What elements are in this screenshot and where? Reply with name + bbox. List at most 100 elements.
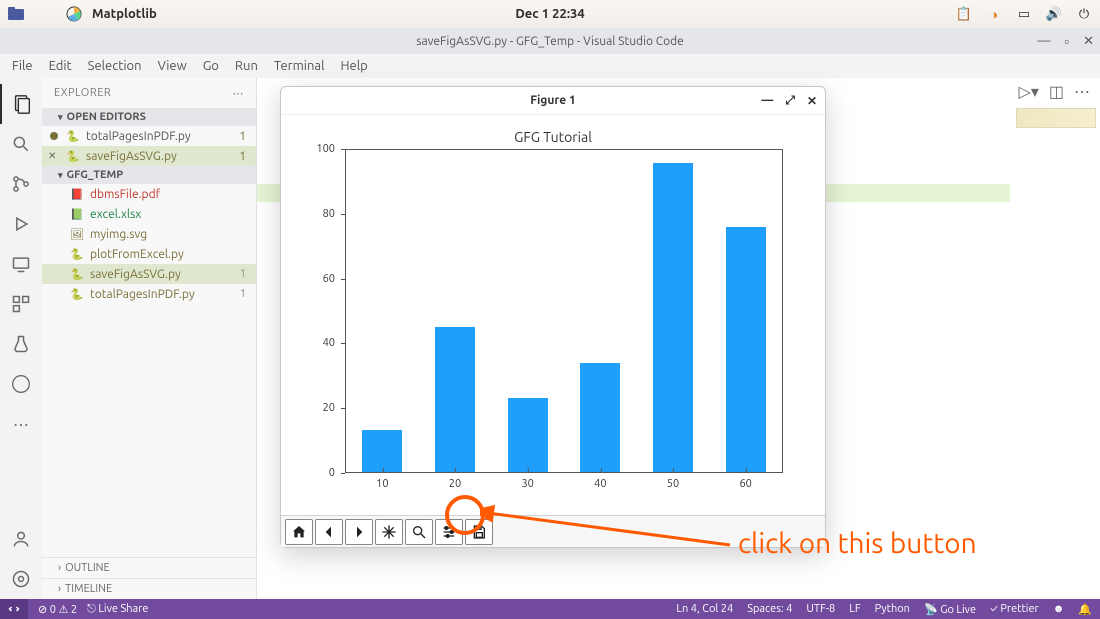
activity-testing-icon[interactable]: [0, 324, 42, 364]
y-tick-label: 100: [281, 143, 341, 155]
activity-extensions-icon[interactable]: [0, 284, 42, 324]
open-editors-section[interactable]: OPEN EDITORS: [42, 108, 256, 126]
file-name: dbmsFile.pdf: [90, 188, 160, 201]
toolbar-zoom-button[interactable]: [405, 519, 433, 545]
figure-close-icon[interactable]: ✕: [807, 94, 817, 108]
activity-more-icon[interactable]: ⋯: [0, 404, 42, 444]
status-cursor[interactable]: Ln 4, Col 24: [676, 603, 733, 615]
modified-badge: 1: [239, 150, 246, 163]
menu-help[interactable]: Help: [334, 57, 373, 75]
status-liveshare[interactable]: ⎋ Live Share: [87, 603, 148, 616]
python-file-icon: 🐍: [66, 149, 80, 163]
matplotlib-icon: [66, 6, 82, 22]
x-tick-label: 50: [667, 472, 679, 490]
os-clock: Dec 1 22:34: [515, 7, 584, 21]
editor-more-icon[interactable]: ⋯: [1074, 82, 1090, 101]
bar: [362, 430, 402, 472]
timeline-section[interactable]: TIMELINE: [42, 578, 256, 599]
open-editor-item[interactable]: 🐍totalPagesInPDF.py1: [42, 126, 256, 146]
file-item[interactable]: 🐍totalPagesInPDF.py1: [42, 284, 256, 304]
open-editor-item[interactable]: ✕🐍saveFigAsSVG.py1: [42, 146, 256, 166]
status-problems[interactable]: ⊘ 0 ⚠ 2: [38, 603, 77, 616]
vscode-titlebar: saveFigAsSVG.py - GFG_Temp - Visual Stud…: [0, 28, 1100, 54]
toolbar-back-button[interactable]: [315, 519, 343, 545]
indicator-icon[interactable]: ◑: [986, 6, 1002, 22]
menu-terminal[interactable]: Terminal: [268, 57, 331, 75]
excel-file-icon: 📗: [70, 207, 84, 221]
file-name: saveFigAsSVG.py: [90, 268, 181, 281]
window-restore-icon[interactable]: ▫: [1064, 34, 1069, 49]
file-name: plotFromExcel.py: [90, 248, 184, 261]
chart-title: GFG Tutorial: [281, 129, 825, 145]
svg-file-icon: 🖼: [70, 227, 84, 241]
activity-search-icon[interactable]: [0, 124, 42, 164]
menu-selection[interactable]: Selection: [82, 57, 148, 75]
y-tick-label: 40: [281, 337, 341, 349]
activity-account-icon[interactable]: [0, 519, 42, 559]
menu-run[interactable]: Run: [229, 57, 264, 75]
remote-indicator[interactable]: [0, 599, 28, 619]
file-item[interactable]: 📕 dbmsFile.pdf: [42, 184, 256, 204]
status-golive[interactable]: 📡 Go Live: [924, 603, 976, 616]
file-name: totalPagesInPDF.py: [90, 288, 195, 301]
menu-bar: FileEditSelectionViewGoRunTerminalHelp: [0, 54, 1100, 78]
activity-scm-icon[interactable]: [0, 164, 42, 204]
status-feedback-icon[interactable]: ☻: [1053, 603, 1065, 615]
window-minimize-icon[interactable]: —: [1038, 34, 1051, 49]
folder-section[interactable]: GFG_TEMP: [42, 166, 256, 184]
figure-titlebar[interactable]: Figure 1 — ⤢ ✕: [281, 87, 825, 115]
volume-icon[interactable]: 🔊: [1046, 6, 1062, 22]
toolbar-home-button[interactable]: [285, 519, 313, 545]
status-lang[interactable]: Python: [875, 603, 910, 615]
python-file-icon: 🐍: [66, 129, 80, 143]
split-editor-icon[interactable]: ◫: [1049, 82, 1064, 101]
window-close-icon[interactable]: ✕: [1083, 34, 1094, 49]
activity-github-icon[interactable]: [0, 364, 42, 404]
file-name: myimg.svg: [90, 228, 147, 241]
close-icon[interactable]: ✕: [48, 150, 56, 162]
screen-icon[interactable]: ▭: [1016, 6, 1032, 22]
py-file-icon: 🐍: [70, 267, 84, 281]
plot-area: 102030405060: [345, 149, 783, 473]
toolbar-save-button[interactable]: [465, 519, 493, 545]
bar: [508, 398, 548, 472]
toolbar-configure-button[interactable]: [435, 519, 463, 545]
menu-file[interactable]: File: [6, 57, 39, 75]
y-tick-label: 20: [281, 402, 341, 414]
activity-debug-icon[interactable]: [0, 204, 42, 244]
window-title: saveFigAsSVG.py - GFG_Temp - Visual Stud…: [416, 35, 684, 48]
pdf-file-icon: 📕: [70, 187, 84, 201]
bar: [726, 227, 766, 472]
explorer-more-icon[interactable]: ⋯: [233, 87, 245, 100]
file-item[interactable]: 🐍saveFigAsSVG.py1: [42, 264, 256, 284]
y-tick-label: 80: [281, 208, 341, 220]
status-spaces[interactable]: Spaces: 4: [747, 603, 792, 615]
power-icon[interactable]: ⏻: [1076, 6, 1092, 22]
status-bell-icon[interactable]: 🔔: [1078, 603, 1092, 616]
figure-maximize-icon[interactable]: ⤢: [785, 94, 795, 108]
activity-remote-icon[interactable]: [0, 244, 42, 284]
activity-explorer-icon[interactable]: [0, 84, 42, 124]
menu-view[interactable]: View: [152, 57, 193, 75]
activity-bar: ⋯: [0, 78, 42, 599]
x-tick-label: 30: [521, 472, 533, 490]
run-dropdown-icon[interactable]: ▷▾: [1019, 82, 1039, 101]
file-item[interactable]: 📗excel.xlsx: [42, 204, 256, 224]
outline-section[interactable]: OUTLINE: [42, 557, 256, 578]
files-app-icon[interactable]: [8, 6, 24, 22]
menu-edit[interactable]: Edit: [43, 57, 78, 75]
minimap[interactable]: [1016, 108, 1096, 128]
figure-minimize-icon[interactable]: —: [761, 94, 773, 108]
file-item[interactable]: 🐍plotFromExcel.py: [42, 244, 256, 264]
status-encoding[interactable]: UTF-8: [806, 603, 835, 615]
toolbar-forward-button[interactable]: [345, 519, 373, 545]
status-eol[interactable]: LF: [849, 603, 860, 615]
activity-settings-icon[interactable]: [0, 559, 42, 599]
status-prettier[interactable]: ✓ Prettier: [990, 603, 1039, 615]
bar: [653, 163, 693, 472]
toolbar-pan-button[interactable]: [375, 519, 403, 545]
clipboard-icon[interactable]: 📋: [956, 6, 972, 22]
file-item[interactable]: 🖼 myimg.svg: [42, 224, 256, 244]
y-tick-label: 60: [281, 273, 341, 285]
menu-go[interactable]: Go: [197, 57, 225, 75]
